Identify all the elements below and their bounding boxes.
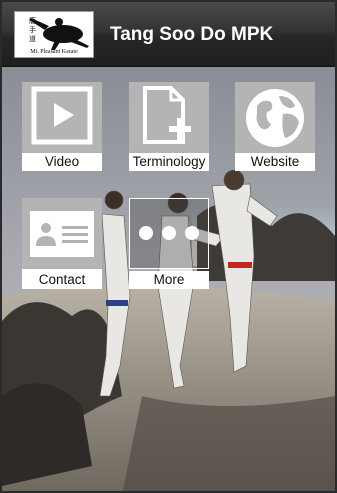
play-video-icon (31, 86, 93, 145)
three-dots-icon (139, 226, 199, 240)
contact-card-icon (30, 211, 94, 257)
app-header: 唐 手 道 Mt. Pleasant Karate Tang Soo Do MP… (2, 2, 335, 67)
contact-tile-label: Contact (22, 271, 102, 289)
school-logo: 唐 手 道 Mt. Pleasant Karate (14, 11, 94, 58)
logo-caption: Mt. Pleasant Karate (30, 49, 78, 55)
website-tile-image (235, 82, 315, 153)
contact-tile[interactable]: Contact (22, 198, 102, 289)
svg-text:道: 道 (29, 34, 36, 43)
more-tile-image (129, 198, 209, 269)
terminology-tile-image (129, 82, 209, 153)
more-tile-label: More (129, 271, 209, 289)
contact-tile-image (22, 198, 102, 269)
video-tile[interactable]: Video (22, 82, 102, 171)
globe-icon (246, 89, 304, 147)
video-tile-image (22, 82, 102, 153)
more-tile[interactable]: More (129, 198, 209, 289)
website-tile[interactable]: Website (235, 82, 315, 171)
terminology-tile[interactable]: Terminology (129, 82, 209, 171)
app-frame: 唐 手 道 Mt. Pleasant Karate Tang Soo Do MP… (0, 0, 337, 493)
video-tile-label: Video (22, 153, 102, 171)
website-tile-label: Website (235, 153, 315, 171)
app-title: Tang Soo Do MPK (110, 24, 274, 45)
add-document-icon (143, 86, 191, 144)
svg-text:手: 手 (29, 25, 36, 34)
terminology-tile-label: Terminology (129, 153, 209, 171)
